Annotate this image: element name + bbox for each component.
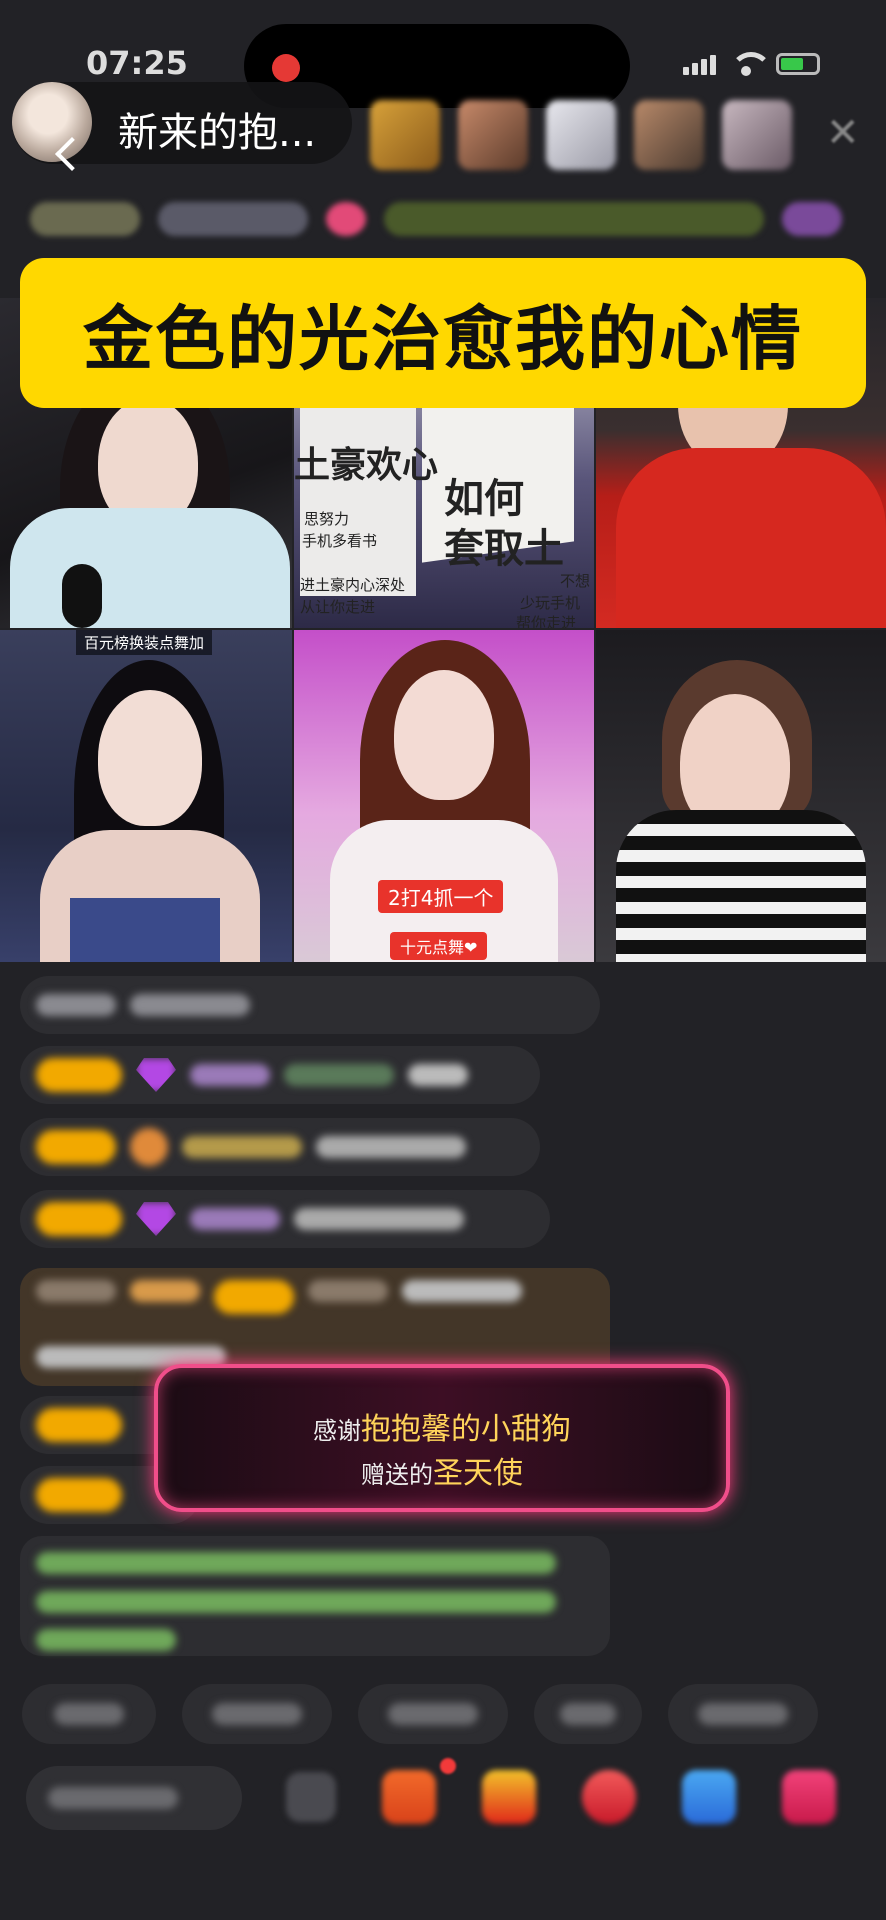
recording-indicator-icon [272,54,300,82]
level-badge [36,1202,122,1236]
book-side-line: 少玩手机 [520,594,581,612]
gift-box-icon[interactable] [382,1770,436,1824]
room-info-item[interactable] [384,202,764,236]
room-info-item[interactable] [30,202,140,236]
quick-chip[interactable] [182,1684,332,1744]
more-icon[interactable] [286,1772,336,1822]
chat-message[interactable] [20,976,600,1034]
status-icons [683,52,820,76]
streamer-face [394,670,494,800]
book-side-line: 不想 [560,572,591,590]
gift-thanks-popup: 感谢抱抱馨的小甜狗 赠送的圣天使 [154,1364,730,1512]
video-seat-4[interactable]: 百元榜换装点舞加 [0,630,292,962]
book-line: 思努力 [304,510,350,528]
chat-message[interactable] [20,1118,540,1176]
host-name[interactable]: 新来的抱... [118,100,316,158]
quick-action-chips [22,1684,818,1744]
book-title: 如何 套取土 [444,476,564,572]
viewer-avatar[interactable] [722,100,792,170]
level-badge [36,1130,116,1164]
seat-overlay-tag: 2打4抓一个 [378,880,504,913]
room-info-item[interactable] [782,202,842,236]
quick-chip[interactable] [534,1684,642,1744]
quick-chip[interactable] [668,1684,818,1744]
book-side-title: 土豪欢心 [294,445,439,486]
close-icon[interactable]: ✕ [826,110,860,156]
seat-overlay-label: 百元榜换装点舞加 [76,630,213,655]
seat-overlay-tag: 十元点舞❤ [390,932,488,960]
level-badge [36,1408,122,1442]
microphone-icon [62,564,102,628]
room-info-strip [30,196,856,242]
red-packet-icon[interactable] [482,1770,536,1824]
fan-icon [130,1128,168,1166]
gift-thanks-line: 感谢抱抱馨的小甜狗 [158,1404,726,1448]
quick-chip[interactable] [22,1684,156,1744]
cellular-signal-icon [683,53,716,75]
bottom-toolbar [286,1770,836,1824]
gift-name: 圣天使 [433,1456,523,1491]
wifi-icon [730,52,772,76]
striped-shirt [616,810,866,962]
streamer-top [70,898,220,962]
status-time: 07:25 [86,44,188,82]
chat-message[interactable] [20,1190,550,1248]
battery-icon [776,53,820,75]
comment-input[interactable] [26,1766,242,1830]
streamer-shirt [616,448,886,628]
book-line: 进土豪内心深处 [300,576,406,594]
video-seat-6[interactable] [596,630,886,962]
room-info-item[interactable] [158,202,308,236]
gift-thanks-prefix: 感谢 [313,1417,361,1445]
book-line: 从让你走进 [300,598,376,616]
gift-sender-name: 抱抱馨的小甜狗 [361,1412,571,1447]
gift-name-line: 赠送的圣天使 [158,1448,726,1492]
gem-icon [136,1058,176,1092]
viewer-avatar[interactable] [370,100,440,170]
chat-bubble-icon[interactable] [682,1770,736,1824]
room-info-item[interactable] [326,202,366,236]
gift-prefix: 赠送的 [361,1461,433,1489]
streamer-face [98,690,202,826]
viewer-avatar[interactable] [458,100,528,170]
gem-icon [136,1202,176,1236]
top-viewers [370,100,792,170]
viewer-avatar[interactable] [546,100,616,170]
streamer-shirt [10,508,290,628]
gift-icon[interactable] [782,1770,836,1824]
viewer-avatar[interactable] [634,100,704,170]
book-side-line: 帮你走进 [516,614,577,628]
chat-message[interactable] [20,1536,610,1656]
chat-message[interactable] [20,1046,540,1104]
caption-text: 金色的光治愈我的心情 [83,297,803,380]
quick-chip[interactable] [358,1684,508,1744]
level-badge [36,1058,122,1092]
book-line: 手机多看书 [302,532,378,550]
level-badge [36,1478,122,1512]
caption-banner: 金色的光治愈我的心情 [20,258,866,408]
video-seat-5[interactable]: 2打4抓一个 十元点舞❤ [294,630,594,962]
game-icon[interactable] [582,1770,636,1824]
